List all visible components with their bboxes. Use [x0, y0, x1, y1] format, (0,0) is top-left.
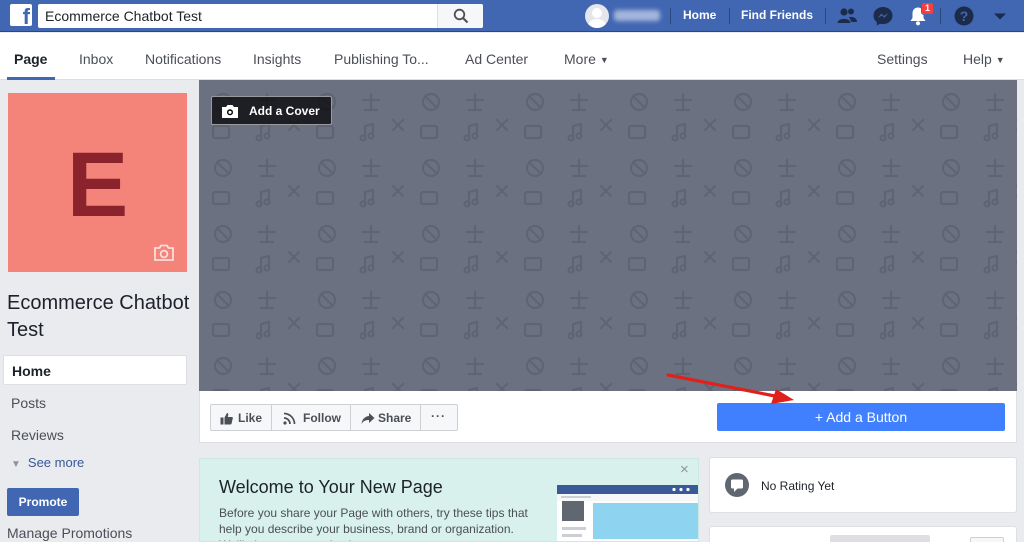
- like-label: Like: [238, 411, 263, 425]
- page-tab-bar: Page Inbox Notifications Insights Publis…: [0, 33, 1024, 80]
- page-name[interactable]: Ecommerce Chatbot Test: [7, 290, 192, 344]
- profile-initial: E: [66, 134, 129, 236]
- camera-icon[interactable]: [153, 244, 175, 262]
- search-button[interactable]: [437, 4, 483, 28]
- add-cover-label: Add a Cover: [249, 104, 320, 118]
- active-tab-indicator: [7, 77, 55, 80]
- left-nav-posts[interactable]: Posts: [3, 388, 187, 418]
- promote-button[interactable]: Promote: [7, 488, 79, 516]
- svg-text:?: ?: [960, 8, 969, 24]
- separator: [940, 8, 941, 24]
- help-icon[interactable]: ?: [953, 5, 975, 27]
- user-silhouette-icon: [588, 8, 606, 28]
- welcome-card: Welcome to Your New Page Before you shar…: [199, 458, 699, 542]
- welcome-title: Welcome to Your New Page: [219, 477, 443, 497]
- search-box: [38, 4, 483, 28]
- friend-requests-icon[interactable]: [836, 5, 858, 27]
- share-button[interactable]: Share: [350, 404, 421, 431]
- secondary-card: [709, 526, 1017, 542]
- manage-promotions-link[interactable]: Manage Promotions: [7, 525, 132, 541]
- separator: [670, 8, 671, 24]
- tab-help-label: Help: [963, 51, 992, 67]
- user-name-blurred[interactable]: [614, 10, 660, 21]
- notification-count-badge: 1: [921, 2, 935, 15]
- find-friends-link[interactable]: Find Friends: [741, 8, 813, 22]
- tab-page[interactable]: Page: [14, 51, 47, 67]
- more-dots-icon: ···: [431, 409, 446, 423]
- facebook-logo-icon[interactable]: f: [10, 4, 32, 26]
- rating-status-text: No Rating Yet: [761, 479, 835, 493]
- annotation-arrow: [666, 373, 794, 404]
- tab-notifications[interactable]: Notifications: [145, 51, 221, 67]
- card-action-button[interactable]: [970, 537, 1004, 542]
- add-cover-button[interactable]: Add a Cover: [211, 96, 332, 125]
- tab-inbox[interactable]: Inbox: [79, 51, 113, 67]
- cover-photo-area[interactable]: [199, 80, 1017, 391]
- profile-picture[interactable]: E: [8, 93, 187, 272]
- tab-more-label: More: [564, 51, 596, 67]
- page-preview-illustration: [557, 485, 698, 541]
- left-nav-reviews[interactable]: Reviews: [3, 420, 187, 450]
- cover-pattern-icons: [199, 80, 1017, 391]
- account-menu-icon[interactable]: [989, 5, 1011, 27]
- review-bubble-icon: [725, 473, 749, 497]
- tab-settings[interactable]: Settings: [877, 51, 928, 67]
- left-nav-home[interactable]: Home: [3, 355, 187, 385]
- share-label: Share: [378, 411, 412, 425]
- card-heading-placeholder: [830, 535, 930, 542]
- messenger-icon[interactable]: [872, 5, 894, 27]
- separator: [729, 8, 730, 24]
- share-arrow-icon: [361, 413, 375, 424]
- camera-icon: [222, 105, 238, 118]
- tab-ad-center[interactable]: Ad Center: [465, 51, 528, 67]
- tab-help[interactable]: Help ▼: [963, 51, 1005, 67]
- tab-insights[interactable]: Insights: [253, 51, 301, 67]
- search-input[interactable]: [45, 7, 435, 25]
- welcome-body-text: Before you share your Page with others, …: [219, 506, 528, 541]
- user-avatar[interactable]: [585, 4, 609, 28]
- rss-feed-icon: [283, 412, 296, 425]
- follow-label: Follow: [303, 411, 341, 425]
- search-icon: [453, 8, 469, 24]
- tab-publishing-tools[interactable]: Publishing To...: [334, 51, 429, 67]
- tab-more[interactable]: More ▼: [564, 51, 609, 67]
- caret-down-icon: ▼: [995, 55, 1005, 65]
- home-link[interactable]: Home: [683, 8, 716, 22]
- caret-down-icon: ▼: [599, 55, 609, 65]
- like-button[interactable]: Like: [210, 404, 272, 431]
- see-more-label: See more: [27, 455, 85, 470]
- see-more-link[interactable]: ▼ See more: [11, 455, 84, 470]
- close-icon[interactable]: ×: [680, 461, 689, 478]
- follow-button[interactable]: Follow: [271, 404, 351, 431]
- thumbs-up-icon: [220, 413, 233, 425]
- rating-card: No Rating Yet: [709, 457, 1017, 513]
- separator: [825, 8, 826, 24]
- more-options-button[interactable]: ···: [420, 404, 458, 431]
- top-navigation-bar: f Home Find Friends: [0, 0, 1024, 32]
- triangle-down-icon: ▼: [11, 459, 21, 470]
